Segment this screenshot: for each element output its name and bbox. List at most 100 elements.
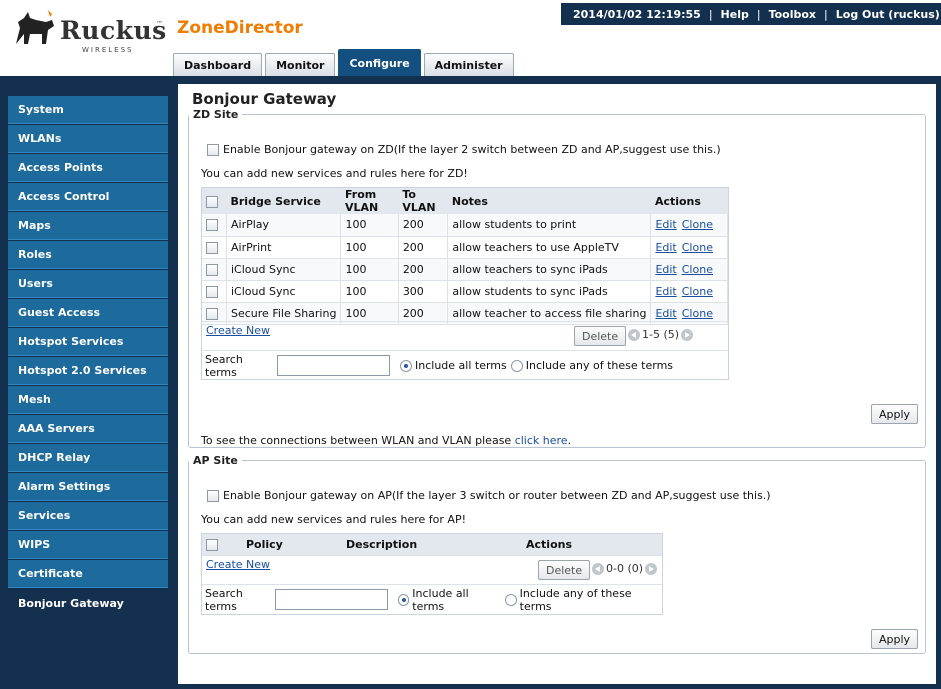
edit-link[interactable]: Edit [655,218,676,231]
tab-configure[interactable]: Configure [338,49,421,77]
sidebar-item-hotspot-services[interactable]: Hotspot Services [8,328,168,356]
sidebar-item-aaa-servers[interactable]: AAA Servers [8,415,168,443]
logout-link[interactable]: Log Out (ruckus) [836,8,940,21]
separator: | [756,7,761,21]
ap-apply-button[interactable]: Apply [871,629,919,649]
tab-administer[interactable]: Administer [423,53,514,77]
ap-delete-button[interactable]: Delete [538,560,591,580]
clone-link[interactable]: Clone [682,218,713,231]
sidebar-item-certificate[interactable]: Certificate [8,560,168,588]
ap-pager-text: 0-0 (0) [606,562,644,575]
sidebar-item-maps[interactable]: Maps [8,212,168,240]
sidebar-item-dhcp-relay[interactable]: DHCP Relay [8,444,168,472]
sidebar-item-services[interactable]: Services [8,502,168,530]
row-checkbox[interactable] [206,263,218,276]
tab-monitor[interactable]: Monitor [265,53,336,77]
ap-policy-table: Policy Description Actions [202,534,662,555]
clone-link[interactable]: Clone [682,307,713,320]
zd-enable-checkbox[interactable] [207,143,219,156]
cell-to-vlan: 200 [398,236,449,259]
sidebar: System WLANs Access Points Access Contro… [8,96,168,618]
next-page-icon[interactable] [645,562,658,575]
ap-enable-checkbox[interactable] [207,489,219,502]
sidebar-item-guest-access[interactable]: Guest Access [8,299,168,327]
toolbox-link[interactable]: Toolbox [769,8,816,21]
sidebar-item-roles[interactable]: Roles [8,241,168,269]
zd-search-input[interactable] [277,355,390,376]
row-checkbox[interactable] [206,219,218,232]
edit-link[interactable]: Edit [655,241,676,254]
col-actions: Actions [650,188,728,214]
sidebar-item-system[interactable]: System [8,96,168,124]
zd-include-all-radio[interactable] [400,359,412,372]
col-notes: Notes [447,188,651,214]
ap-search-label: Search terms [205,586,243,613]
zd-services-table: Bridge Service From VLAN To VLAN Notes A… [202,188,728,325]
next-page-icon[interactable] [681,328,694,341]
help-link[interactable]: Help [721,8,749,21]
zd-enable-label: Enable Bonjour gateway on ZD(If the laye… [223,143,721,156]
col-policy: Policy [242,534,342,555]
select-all-checkbox[interactable] [206,539,218,551]
edit-link[interactable]: Edit [655,285,676,298]
brand-subtitle: WIRELESS [82,46,134,54]
ap-include-any-label: Include any of these terms [519,586,632,613]
ap-search-input[interactable] [274,589,388,610]
trademark: ™ [156,20,163,28]
prev-page-icon[interactable] [628,328,640,341]
top-bar: 2014/01/02 12:19:55 | Help | Toolbox | L… [561,3,941,25]
sidebar-item-mesh[interactable]: Mesh [8,386,168,414]
datetime: 2014/01/02 12:19:55 [573,7,701,21]
edit-link[interactable]: Edit [655,307,676,320]
zd-create-new-link[interactable]: Create New [206,324,270,337]
ap-include-all-label: Include all terms [412,586,469,613]
col-description: Description [342,534,522,555]
zd-apply-button[interactable]: Apply [871,404,919,424]
sidebar-item-wlans[interactable]: WLANs [8,125,168,153]
sidebar-item-alarm-settings[interactable]: Alarm Settings [8,473,168,501]
zd-table-toolbar: Create New Delete 1-5 (5) [202,321,728,346]
row-checkbox[interactable] [206,285,218,298]
cell-from-vlan: 100 [340,214,399,237]
vlan-note-text: To see the connections between WLAN and … [201,434,515,447]
tab-dashboard[interactable]: Dashboard [173,53,263,77]
ap-include-all-radio[interactable] [397,593,410,606]
zd-delete-button[interactable]: Delete [574,326,627,346]
sidebar-item-hotspot-2-services[interactable]: Hotspot 2.0 Services [8,357,168,385]
separator: | [708,7,713,21]
zd-pager-text: 1-5 (5) [642,328,680,341]
sidebar-item-bonjour-gateway[interactable]: Bonjour Gateway [8,589,168,617]
cell-notes: allow teachers to use AppleTV [447,236,652,259]
col-from-vlan: From VLAN [340,188,399,214]
clone-link[interactable]: Clone [682,285,713,298]
separator: | [824,7,828,21]
select-all-checkbox[interactable] [206,195,218,208]
zd-site-legend: ZD Site [193,108,239,121]
ap-site-legend: AP Site [193,454,238,467]
ap-pager: 0-0 (0) [592,562,658,575]
row-checkbox[interactable] [206,307,218,320]
sidebar-item-access-control[interactable]: Access Control [8,183,168,211]
sidebar-item-access-points[interactable]: Access Points [8,154,168,182]
clone-link[interactable]: Clone [682,241,713,254]
ap-create-new-link[interactable]: Create New [206,558,270,571]
table-row: AirPlay 100 200 allow students to print … [202,214,728,237]
zd-include-any-label: Include any of these terms [525,359,674,372]
main-tabs: Dashboard Monitor Configure Administer [173,49,517,77]
cell-service: iCloud Sync [226,280,342,303]
row-checkbox[interactable] [206,241,218,254]
cell-to-vlan: 300 [398,280,449,303]
sidebar-item-wips[interactable]: WIPS [8,531,168,559]
ap-enable-label: Enable Bonjour gateway on AP(If the laye… [223,489,771,502]
ap-include-any-radio[interactable] [504,593,517,606]
vlan-click-here-link[interactable]: click here [515,434,568,447]
zd-include-any-radio[interactable] [510,359,523,372]
clone-link[interactable]: Clone [682,263,713,276]
edit-link[interactable]: Edit [655,263,676,276]
ap-note: You can add new services and rules here … [201,513,466,526]
zd-search-label: Search terms [205,352,243,379]
sidebar-item-users[interactable]: Users [8,270,168,298]
col-bridge-service: Bridge Service [226,188,341,214]
product-name: ZoneDirector [177,18,303,38]
prev-page-icon[interactable] [592,562,604,575]
